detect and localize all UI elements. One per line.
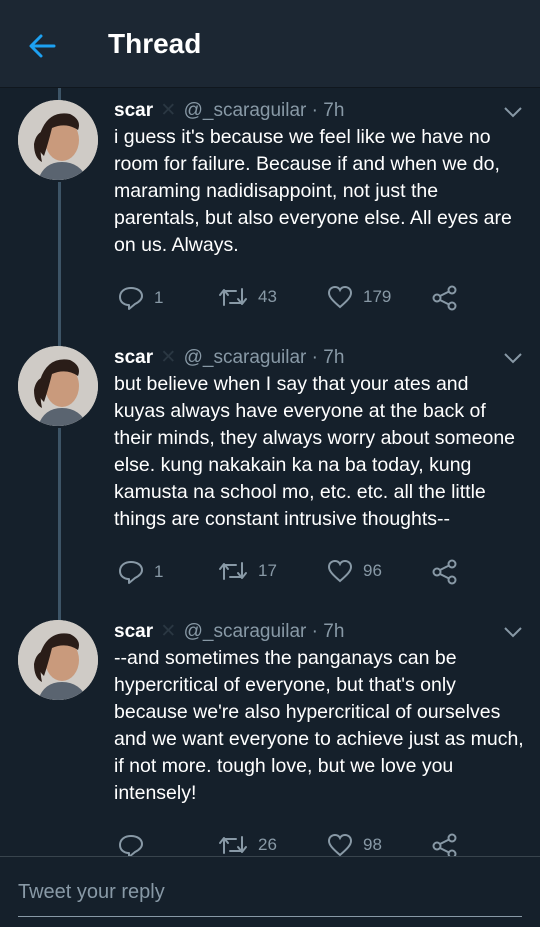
retweet-count: 26 [258, 835, 277, 854]
arrow-left-icon[interactable] [26, 30, 58, 62]
reply-icon [119, 287, 143, 310]
like-button[interactable]: 96 [327, 559, 382, 583]
chevron-down-icon[interactable] [503, 352, 523, 364]
like-button[interactable]: 98 [327, 833, 382, 857]
chevron-down-icon[interactable] [503, 106, 523, 118]
like-button[interactable]: 179 [327, 285, 391, 309]
retweet-icon [219, 288, 247, 306]
reply-input[interactable]: Tweet your reply [18, 881, 522, 917]
reply-bar: Tweet your reply [0, 856, 540, 927]
reply-count: 1 [154, 288, 164, 307]
thread-line [58, 428, 61, 620]
retweet-icon [219, 836, 247, 854]
retweet-icon [219, 562, 247, 580]
display-name[interactable]: scar [114, 100, 153, 121]
retweet-button[interactable]: 26 [218, 833, 277, 857]
display-name[interactable]: scar [114, 347, 153, 368]
like-count: 98 [363, 835, 382, 854]
x-mark-icon: ✕ [160, 100, 177, 121]
thread-line [58, 88, 61, 100]
reply-button[interactable]: 1 [118, 285, 163, 311]
page-title: Thread [108, 28, 202, 59]
heart-icon [327, 559, 353, 583]
share-button[interactable] [432, 285, 468, 311]
timestamp: · 7h [311, 621, 345, 642]
tweet-meta: scar ✕ @_scaraguilar · 7h [114, 99, 344, 122]
tweet-meta: scar ✕ @_scaraguilar · 7h [114, 620, 344, 643]
retweet-count: 17 [258, 561, 277, 580]
reply-count: 1 [154, 562, 164, 581]
x-mark-icon: ✕ [160, 347, 177, 368]
timestamp: · 7h [311, 347, 345, 368]
heart-icon [327, 833, 353, 857]
tweet-text: i guess it's because we feel like we hav… [114, 126, 512, 256]
share-icon [432, 285, 457, 311]
reply-button[interactable]: 1 [118, 559, 163, 585]
top-bar: Thread [0, 0, 540, 88]
tweet-text: --and sometimes the panganays can be hyp… [114, 647, 524, 804]
share-button[interactable] [432, 559, 468, 585]
handle[interactable]: @_scaraguilar [184, 621, 307, 642]
like-count: 179 [363, 287, 392, 306]
avatar-photo [18, 346, 98, 426]
retweet-count: 43 [258, 287, 277, 306]
tweet-meta: scar ✕ @_scaraguilar · 7h [114, 346, 344, 369]
share-icon [432, 559, 457, 585]
reply-icon [119, 561, 143, 584]
chevron-down-icon[interactable] [503, 626, 523, 638]
avatar-photo [18, 620, 98, 700]
timestamp: · 7h [311, 100, 345, 121]
handle[interactable]: @_scaraguilar [184, 100, 307, 121]
display-name[interactable]: scar [114, 621, 153, 642]
handle[interactable]: @_scaraguilar [184, 347, 307, 368]
tweet-actions: 1 17 96 [0, 559, 540, 587]
x-mark-icon: ✕ [160, 621, 177, 642]
avatar[interactable] [18, 346, 98, 426]
heart-icon [327, 285, 353, 309]
like-count: 96 [363, 561, 382, 580]
avatar-photo [18, 100, 98, 180]
avatar[interactable] [18, 620, 98, 700]
retweet-button[interactable]: 43 [218, 285, 277, 309]
retweet-button[interactable]: 17 [218, 559, 277, 583]
tweet-actions: 1 43 179 [0, 285, 540, 313]
thread-line [58, 182, 61, 346]
avatar[interactable] [18, 100, 98, 180]
tweet-text: but believe when I say that your ates an… [114, 373, 516, 530]
